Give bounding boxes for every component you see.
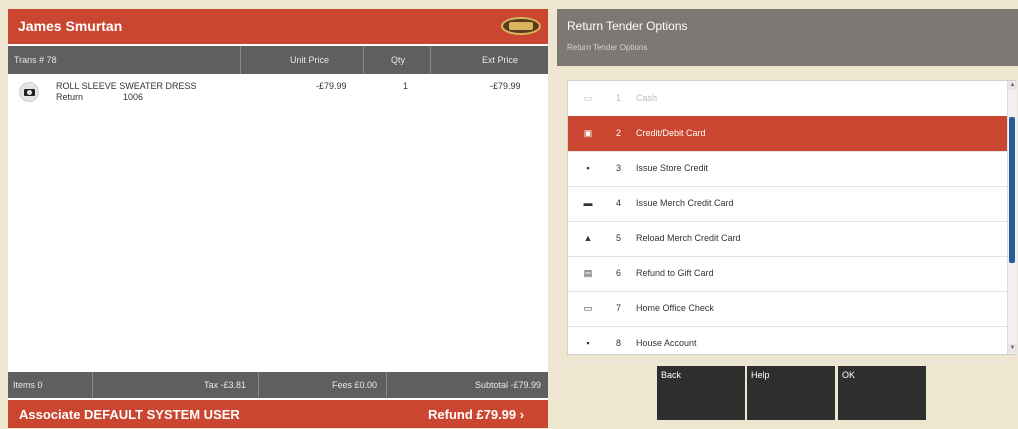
tender-options-header: Return Tender Options Return Tender Opti…: [557, 9, 1018, 66]
associate-refund-bar: Associate DEFAULT SYSTEM USER Refund £79…: [8, 400, 548, 428]
merch-card-icon: ▬: [583, 198, 593, 208]
back-button[interactable]: Back: [657, 366, 745, 420]
tender-option-home-office-check[interactable]: ▭ 7 Home Office Check: [568, 291, 1008, 327]
scroll-up-icon[interactable]: ▲: [1008, 81, 1017, 90]
help-button[interactable]: Help: [747, 366, 835, 420]
fees-total: Fees £0.00: [332, 380, 378, 390]
tender-option-label: Credit/Debit Card: [636, 128, 706, 138]
tender-option-label: Home Office Check: [636, 303, 714, 313]
tender-option-store-credit[interactable]: ▪ 3 Issue Store Credit: [568, 151, 1008, 187]
tender-option-label: Issue Merch Credit Card: [636, 198, 734, 208]
trans-number: Trans # 78: [14, 55, 57, 65]
tender-option-label: Reload Merch Credit Card: [636, 233, 741, 243]
check-icon: ▭: [583, 303, 593, 313]
scroll-down-icon[interactable]: ▼: [1008, 344, 1017, 353]
transaction-panel: James Smurtan Trans # 78 Unit Price Qty …: [8, 9, 548, 428]
card-icon: ▣: [583, 128, 593, 138]
store-logo-icon: [501, 17, 541, 35]
item-qty: 1: [403, 81, 409, 91]
tender-option-label: House Account: [636, 338, 697, 348]
associate-label[interactable]: Associate DEFAULT SYSTEM USER: [19, 407, 240, 422]
store-credit-icon: ▪: [586, 163, 590, 173]
house-account-icon: ▪: [586, 338, 590, 348]
tender-option-house-account[interactable]: ▪ 8 House Account: [568, 326, 1008, 362]
item-type: Return: [56, 92, 84, 102]
customer-header[interactable]: James Smurtan: [8, 9, 548, 44]
line-item-row[interactable]: ROLL SLEEVE SWEATER DRESS Return 1006 -£…: [8, 76, 548, 112]
tender-options-list: ▭ 1 Cash ▣ 2 Credit/Debit Card ▪ 3 Issue…: [567, 80, 1017, 362]
transaction-totals: Items 0 Tax -£3.81 Fees £0.00 Subtotal -…: [8, 372, 548, 398]
gift-card-icon: ▤: [583, 268, 593, 278]
tax-total: Tax -£3.81: [204, 380, 247, 390]
qty-header: Qty: [391, 55, 406, 65]
subtotal: Subtotal -£79.99: [475, 380, 542, 390]
tender-option-label: Cash: [636, 93, 658, 103]
item-description: ROLL SLEEVE SWEATER DRESS: [56, 81, 197, 91]
refund-button[interactable]: Refund £79.99 ›: [428, 407, 524, 422]
tender-option-reload-merch[interactable]: ▲ 5 Reload Merch Credit Card: [568, 221, 1008, 257]
tender-option-credit-debit[interactable]: ▣ 2 Credit/Debit Card: [568, 116, 1008, 152]
options-scrollbar[interactable]: ▲ ▼: [1007, 81, 1017, 354]
camera-icon: [19, 82, 39, 102]
customer-name: James Smurtan: [18, 18, 123, 34]
scroll-thumb[interactable]: [1009, 117, 1015, 263]
ok-button[interactable]: OK: [838, 366, 926, 420]
tender-title: Return Tender Options: [567, 19, 688, 33]
cash-icon: ▭: [583, 93, 593, 103]
tender-option-label: Refund to Gift Card: [636, 268, 714, 278]
item-unit-price: -£79.99: [316, 81, 347, 91]
reload-icon: ▲: [583, 233, 593, 243]
unit-price-header: Unit Price: [290, 55, 330, 65]
ext-price-header: Ext Price: [482, 55, 519, 65]
tender-subtitle: Return Tender Options: [567, 43, 648, 52]
tender-option-gift-card[interactable]: ▤ 6 Refund to Gift Card: [568, 256, 1008, 292]
tender-option-label: Issue Store Credit: [636, 163, 709, 173]
items-count: Items 0: [13, 380, 43, 390]
transaction-column-header: Trans # 78 Unit Price Qty Ext Price: [8, 46, 548, 74]
item-code: 1006: [123, 92, 144, 102]
tender-option-cash[interactable]: ▭ 1 Cash: [568, 81, 1008, 117]
item-ext-price: -£79.99: [490, 81, 521, 91]
tender-option-merch-credit[interactable]: ▬ 4 Issue Merch Credit Card: [568, 186, 1008, 222]
